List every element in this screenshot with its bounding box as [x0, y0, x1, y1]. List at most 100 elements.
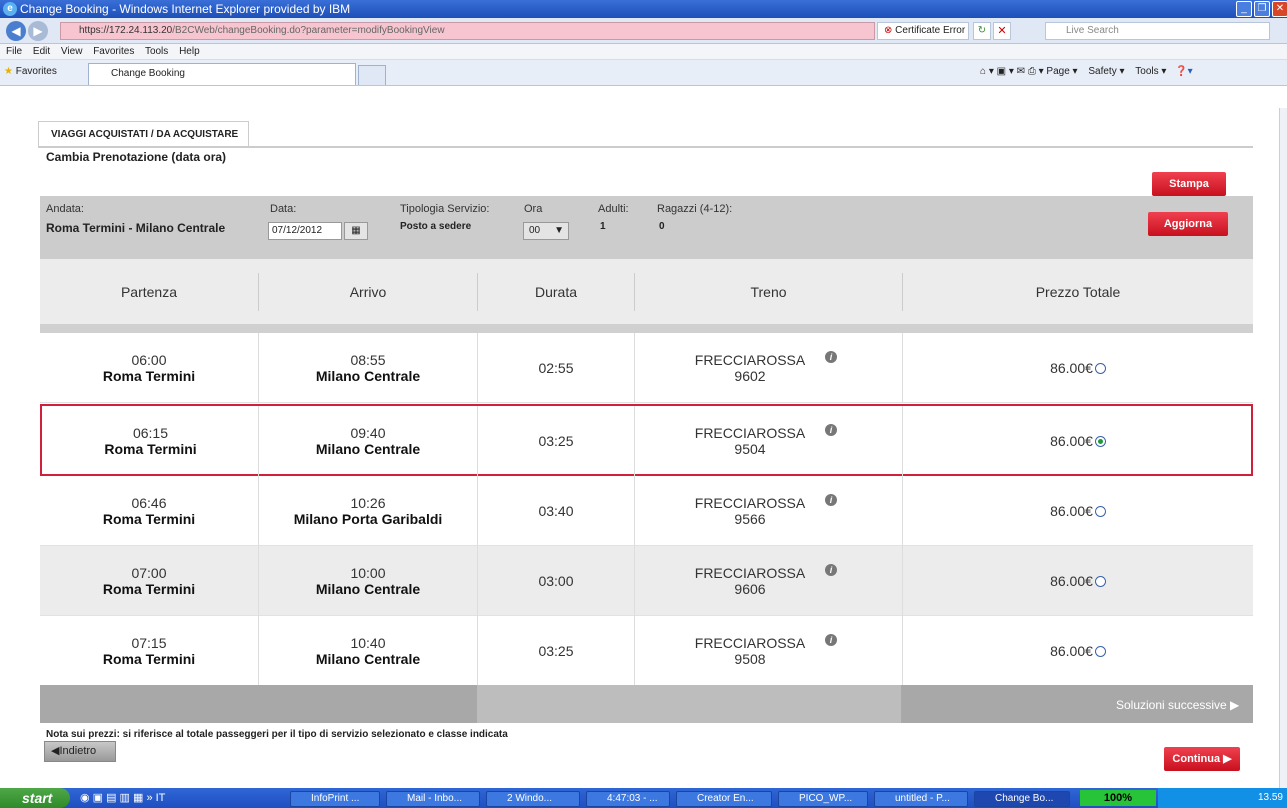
select-radio[interactable] — [1094, 575, 1106, 587]
taskbar-creator[interactable]: Creator En... — [676, 791, 772, 807]
browser-tab-change-booking[interactable]: Change Booking — [88, 63, 356, 85]
feeds-icon[interactable]: ▣ ▾ — [997, 66, 1017, 77]
new-tab-button[interactable] — [358, 65, 386, 85]
ora-label: Ora — [524, 203, 543, 215]
train-cell: FRECCIAROSSA 9602 — [635, 333, 865, 403]
price-value: 86.00€ — [1050, 573, 1093, 589]
header-partenza[interactable]: Partenza — [40, 259, 258, 325]
taskbar-untitled[interactable]: untitled - P... — [874, 791, 968, 807]
print-icon[interactable]: ⎙ ▾ — [1028, 66, 1047, 77]
departure-station: Roma Termini — [102, 651, 196, 667]
certificate-error-button[interactable]: ⊗ Certificate Error — [877, 22, 969, 40]
zoom-level[interactable]: 100% — [1080, 790, 1156, 806]
next-solutions-link[interactable]: Soluzioni successive ▶ — [1116, 698, 1239, 712]
select-radio[interactable] — [1094, 362, 1106, 374]
header-treno[interactable]: Treno — [635, 259, 902, 325]
url-host: https://172.24.113.20 — [79, 25, 173, 36]
menu-view[interactable]: View — [61, 46, 83, 57]
header-underline — [40, 324, 1253, 333]
close-button[interactable]: ✕ — [1272, 1, 1287, 17]
page-title: Cambia Prenotazione (data ora) — [46, 150, 227, 164]
table-row[interactable]: 07:00 Roma Termini 10:00 Milano Centrale 0… — [40, 546, 1253, 616]
header-prezzo[interactable]: Prezzo Totale — [903, 259, 1253, 325]
calendar-icon[interactable]: ▦ — [344, 222, 368, 240]
info-icon[interactable]: i — [825, 494, 837, 506]
table-row[interactable]: 06:00 Roma Termini 08:55 Milano Centrale 0… — [40, 333, 1253, 403]
refresh-icon[interactable]: ↻ — [973, 22, 991, 40]
taskbar-change-booking[interactable]: Change Bo... — [974, 791, 1070, 807]
minimize-button[interactable]: _ — [1236, 1, 1252, 17]
arrival-time: 09:40 — [350, 425, 386, 441]
taskbar-infoprint[interactable]: InfoPrint ... — [290, 791, 380, 807]
menu-favorites[interactable]: Favorites — [93, 46, 134, 57]
info-icon[interactable]: i — [825, 424, 837, 436]
vertical-scrollbar[interactable] — [1279, 108, 1287, 788]
arrival-cell: 09:40 Milano Centrale — [259, 406, 477, 476]
table-row-selected[interactable]: 06:15 Roma Termini 09:40 Milano Centrale 0… — [40, 404, 1253, 476]
update-button[interactable]: Aggiorna — [1148, 212, 1228, 236]
help-icon[interactable]: ❓▾ — [1175, 66, 1192, 77]
taskbar-pico[interactable]: PICO_WP... — [778, 791, 868, 807]
taskbar-clock-app[interactable]: 4:47:03 - ... — [586, 791, 670, 807]
departure-time: 06:00 — [131, 352, 167, 368]
search-input[interactable]: Live Search — [1045, 22, 1270, 40]
info-icon[interactable]: i — [825, 351, 837, 363]
table-row[interactable]: 06:46 Roma Termini 10:26 Milano Porta Gari… — [40, 476, 1253, 546]
info-icon[interactable]: i — [825, 634, 837, 646]
quick-launch-icons[interactable]: ◉ ▣ ▤ ▥ ▦ » IT — [80, 791, 165, 804]
forward-nav-icon[interactable]: ▶ — [28, 21, 48, 41]
ie-logo-icon: e — [3, 2, 17, 16]
maximize-button[interactable]: ❐ — [1254, 1, 1270, 17]
duration-cell: 03:40 — [538, 503, 574, 519]
duration-cell: 03:25 — [538, 433, 574, 449]
departure-cell: 06:46 Roma Termini — [40, 476, 258, 546]
arrival-cell: 10:40 Milano Centrale — [259, 616, 477, 686]
price-note: Nota sui prezzi: si riferisce al totale … — [46, 729, 508, 740]
select-radio[interactable] — [1094, 505, 1106, 517]
price-value: 86.00€ — [1050, 503, 1093, 519]
command-bar: ⌂ ▾ ▣ ▾ ✉ ⎙ ▾ Page ▾ Safety ▾ Tools ▾ ❓▾ — [980, 66, 1193, 77]
home-icon[interactable]: ⌂ ▾ — [980, 66, 997, 77]
table-row[interactable]: 07:15 Roma Termini 10:40 Milano Centrale 0… — [40, 616, 1253, 686]
print-button[interactable]: Stampa — [1152, 172, 1226, 196]
price-cell: 86.00€ — [903, 333, 1253, 403]
mail-icon[interactable]: ✉ — [1017, 66, 1028, 77]
continue-button[interactable]: Continua ▶ — [1164, 747, 1240, 771]
address-bar[interactable]: https://172.24.113.20/B2CWeb/changeBooki… — [60, 22, 875, 40]
train-cell: FRECCIAROSSA 9504 — [635, 406, 865, 476]
header-durata[interactable]: Durata — [478, 259, 634, 325]
taskbar-windows[interactable]: 2 Windo... — [486, 791, 580, 807]
tools-menu[interactable]: Tools ▾ — [1135, 66, 1166, 77]
taskbar-mail[interactable]: Mail - Inbo... — [386, 791, 480, 807]
header-arrivo[interactable]: Arrivo — [259, 259, 477, 325]
departure-cell: 06:15 Roma Termini — [42, 406, 259, 476]
arrival-station: Milano Porta Garibaldi — [293, 511, 443, 527]
select-radio[interactable] — [1094, 645, 1106, 657]
back-button[interactable]: ◀Indietro — [44, 741, 116, 762]
menu-file[interactable]: File — [6, 46, 22, 57]
safety-menu[interactable]: Safety ▾ — [1088, 66, 1124, 77]
ora-select[interactable]: 00 ▼ — [523, 222, 569, 240]
price-cell: 86.00€ — [903, 616, 1253, 686]
andata-value: Roma Termini - Milano Centrale — [46, 221, 226, 235]
star-icon: ★ — [4, 66, 16, 77]
start-button[interactable]: start — [0, 788, 70, 808]
stop-icon[interactable]: ✕ — [993, 22, 1011, 40]
info-icon[interactable]: i — [825, 564, 837, 576]
back-nav-icon[interactable]: ◀ — [6, 21, 26, 41]
train-number: 9504 — [734, 441, 766, 457]
window-title: Change Booking - Windows Internet Explor… — [20, 2, 351, 16]
arrival-time: 10:26 — [350, 495, 386, 511]
select-radio[interactable] — [1094, 435, 1106, 447]
date-input[interactable]: 07/12/2012 — [268, 222, 342, 240]
tab-viaggi[interactable]: VIAGGI ACQUISTATI / DA ACQUISTARE — [38, 121, 249, 147]
favorites-button[interactable]: ★ Favorites — [4, 66, 57, 77]
arrival-station: Milano Centrale — [315, 651, 421, 667]
menu-tools[interactable]: Tools — [145, 46, 168, 57]
page-menu[interactable]: Page ▾ — [1046, 66, 1077, 77]
table-header: Partenza Arrivo Durata Treno Prezzo Tota… — [40, 259, 1253, 325]
favorites-bar: ★ Favorites Change Booking ⌂ ▾ ▣ ▾ ✉ ⎙ ▾… — [0, 60, 1287, 86]
menu-help[interactable]: Help — [179, 46, 200, 57]
departure-cell: 06:00 Roma Termini — [40, 333, 258, 403]
menu-edit[interactable]: Edit — [33, 46, 50, 57]
